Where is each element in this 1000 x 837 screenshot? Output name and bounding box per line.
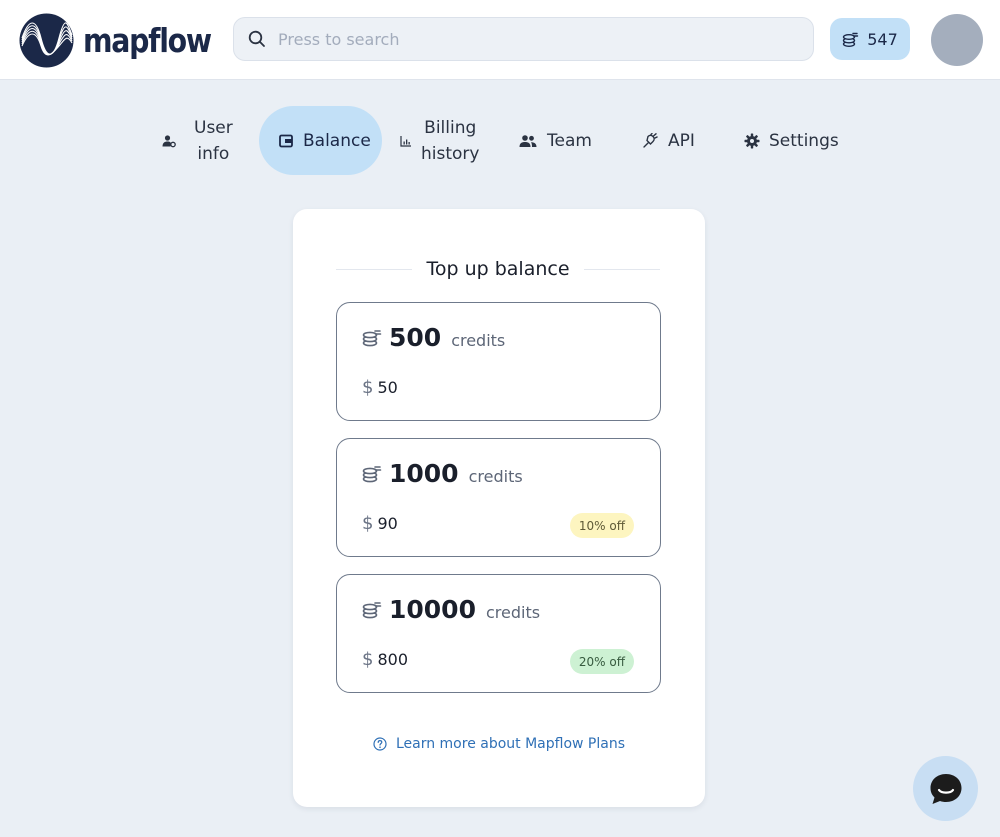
plan-credits-unit: credits	[451, 331, 506, 350]
plan-option-1000[interactable]: 1000 credits $ 90 10% off	[336, 438, 661, 557]
plan-amount-row: 500 credits	[362, 323, 505, 352]
plan-credits-unit: credits	[468, 467, 523, 486]
tab-api[interactable]: API	[641, 106, 703, 175]
tab-balance[interactable]: Balance	[259, 106, 382, 175]
divider-right	[583, 268, 660, 270]
mapflow-logo[interactable]: mapflow	[19, 12, 232, 68]
discount-badge: 20% off	[569, 649, 634, 674]
plan-option-500[interactable]: 500 credits $ 50	[336, 302, 661, 421]
plan-price-row: $ 50	[362, 377, 398, 398]
learn-more-link[interactable]: Learn more about Mapflow Plans	[293, 736, 705, 752]
search-bar[interactable]	[233, 17, 814, 61]
plan-price-row: $ 800	[362, 649, 408, 670]
plan-amount-row: 1000 credits	[362, 459, 523, 488]
tab-billing-label-line2: history	[421, 143, 480, 164]
dollar-icon: $	[362, 377, 374, 398]
plan-price: 50	[377, 378, 398, 397]
plan-option-10000[interactable]: 10000 credits $ 800 20% off	[336, 574, 661, 693]
discount-badge: 10% off	[569, 513, 634, 538]
tab-billing-history[interactable]: Billing history	[397, 106, 487, 175]
credits-balance-button[interactable]: 547	[830, 18, 910, 60]
search-icon	[248, 30, 265, 47]
divider-left	[336, 268, 413, 270]
question-circle-icon	[373, 737, 387, 751]
tab-balance-label: Balance	[303, 130, 371, 151]
dollar-icon: $	[362, 513, 374, 534]
plan-price-row: $ 90	[362, 513, 398, 534]
plan-credits-unit: credits	[485, 603, 541, 622]
plan-price: 90	[377, 514, 398, 533]
coins-icon	[362, 465, 382, 482]
mapflow-logo-icon	[19, 13, 74, 67]
credits-balance-value: 547	[867, 29, 898, 49]
chat-bubble-icon	[930, 773, 961, 804]
card-title: Top up balance	[426, 258, 570, 280]
tab-settings[interactable]: Settings	[743, 106, 843, 175]
bar-chart-icon	[397, 132, 415, 150]
tab-user-info-label-line2: info	[197, 143, 230, 164]
chat-widget-button[interactable]	[913, 756, 978, 821]
tab-team-label: Team	[547, 130, 592, 151]
users-icon	[519, 132, 537, 150]
plan-credits-amount: 1000	[389, 459, 459, 488]
plan-price: 800	[377, 650, 408, 669]
top-header: mapflow 547	[0, 0, 1000, 80]
search-input[interactable]	[278, 29, 778, 49]
coins-icon	[362, 329, 382, 346]
topup-card: Top up balance 500 credits $ 50 1000 cre…	[293, 209, 705, 807]
tab-settings-label: Settings	[769, 130, 839, 151]
tab-user-info-label-line1: User	[194, 117, 233, 138]
card-title-row: Top up balance	[336, 255, 660, 283]
coins-icon	[362, 601, 382, 618]
tab-user-info[interactable]: User info	[160, 106, 240, 175]
user-avatar[interactable]	[931, 14, 983, 66]
plan-amount-row: 10000 credits	[362, 595, 540, 624]
brand-name: mapflow	[83, 20, 212, 60]
dollar-icon: $	[362, 649, 374, 670]
tab-billing-label-line1: Billing	[424, 117, 477, 138]
coins-icon	[843, 32, 859, 47]
plan-credits-amount: 10000	[389, 595, 476, 624]
plan-credits-amount: 500	[389, 323, 442, 352]
tab-team[interactable]: Team	[519, 106, 599, 175]
plug-icon	[641, 132, 659, 150]
wallet-icon	[277, 132, 295, 150]
tab-api-label: API	[668, 130, 695, 151]
user-gear-icon	[160, 132, 178, 150]
gear-icon	[743, 132, 761, 150]
learn-more-text: Learn more about Mapflow Plans	[395, 736, 626, 752]
account-tabs: User info Balance Billing history Team A…	[0, 106, 1000, 176]
